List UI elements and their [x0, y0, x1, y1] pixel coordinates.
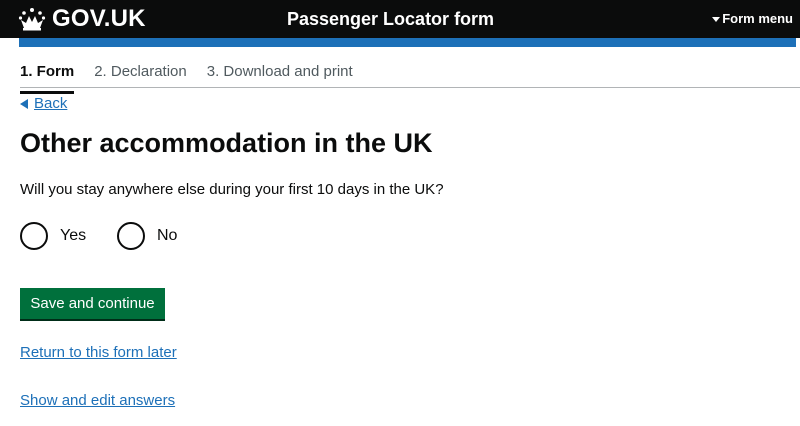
- radio-yes-label[interactable]: Yes: [60, 226, 86, 246]
- show-edit-answers-link[interactable]: Show and edit answers: [20, 392, 175, 410]
- step-form: 1. Form: [20, 62, 75, 94]
- return-later-link[interactable]: Return to this form later: [20, 344, 177, 362]
- crown-icon: [18, 7, 46, 31]
- header-blue-bar: [19, 38, 796, 47]
- radio-yes-input[interactable]: [20, 222, 48, 250]
- form-menu-label: Form menu: [722, 11, 793, 26]
- site-header: GOV.UK Passenger Locator form Form menu: [0, 0, 800, 38]
- govuk-logo[interactable]: GOV.UK: [18, 5, 146, 33]
- service-name[interactable]: Passenger Locator form: [287, 8, 494, 30]
- question-text: Will you stay anywhere else during your …: [20, 181, 444, 198]
- radio-no-label[interactable]: No: [157, 226, 177, 246]
- back-button[interactable]: Back: [20, 95, 67, 113]
- radio-yes[interactable]: Yes: [20, 222, 86, 250]
- form-menu-button[interactable]: Form menu: [712, 11, 793, 27]
- page-title: Other accommodation in the UK: [20, 128, 433, 158]
- radio-no-input[interactable]: [117, 222, 145, 250]
- step-download-print: 3. Download and print: [206, 63, 353, 80]
- back-link[interactable]: Back: [34, 95, 67, 113]
- steps-divider: [20, 87, 800, 88]
- save-and-continue-button[interactable]: Save and continue: [20, 288, 165, 319]
- step-navigation: 1. Form 2. Declaration 3. Download and p…: [20, 62, 373, 94]
- logo-text: GOV.UK: [52, 5, 146, 32]
- step-declaration: 2. Declaration: [94, 63, 187, 80]
- back-arrow-icon: [20, 99, 28, 109]
- caret-down-icon: [712, 16, 721, 22]
- radio-no[interactable]: No: [117, 222, 177, 250]
